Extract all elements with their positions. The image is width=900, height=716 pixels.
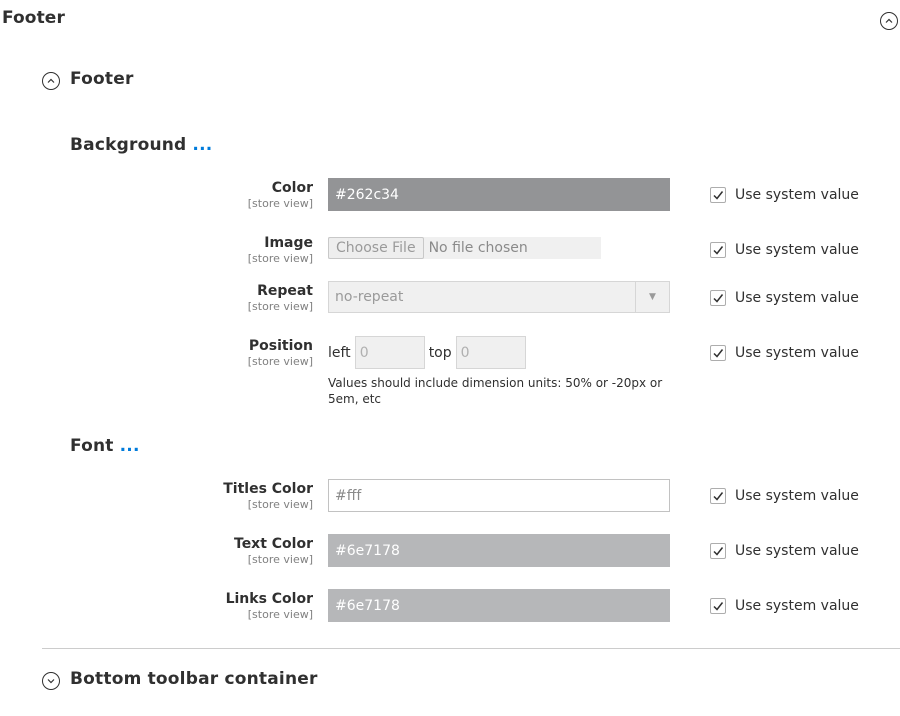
position-left-input[interactable]: 0 — [354, 336, 425, 369]
font-group-label: Font — [70, 436, 114, 456]
dropdown-arrow-icon[interactable]: ▼ — [635, 282, 669, 312]
titles-color-system-label: Use system value — [735, 488, 859, 504]
chevron-up-icon — [47, 78, 55, 83]
position-left-label: left — [328, 344, 351, 361]
position-system-label: Use system value — [735, 345, 859, 361]
titles-color-label: Titles Color [store view] — [223, 481, 313, 511]
page-title: Footer — [2, 8, 65, 28]
position-top-label: top — [428, 344, 452, 361]
file-status: No file chosen — [428, 240, 528, 256]
text-color-system-label: Use system value — [735, 543, 859, 559]
titles-color-input[interactable]: #fff — [328, 479, 670, 512]
checkmark-icon — [713, 547, 724, 556]
background-group-more-link[interactable]: ... — [192, 135, 212, 155]
position-inputs: left 0 top 0 — [328, 336, 526, 369]
checkmark-icon — [713, 602, 724, 611]
links-color-input[interactable]: #6e7178 — [328, 589, 670, 622]
titles-color-scope: [store view] — [247, 498, 313, 511]
image-label-text: Image — [264, 235, 313, 251]
expand-bottom-toolbar-button[interactable] — [42, 672, 60, 690]
repeat-scope: [store view] — [247, 300, 313, 313]
checkmark-icon — [713, 349, 724, 358]
links-color-scope: [store view] — [247, 608, 313, 621]
position-label: Position [store view] — [248, 338, 313, 368]
color-label: Color [store view] — [248, 180, 313, 210]
links-color-system-label: Use system value — [735, 598, 859, 614]
repeat-select[interactable]: no-repeat ▼ — [328, 281, 670, 313]
background-group-title: Background... — [70, 135, 212, 155]
repeat-label-text: Repeat — [257, 283, 313, 299]
titles-color-label-text: Titles Color — [223, 481, 313, 497]
collapse-page-button[interactable] — [880, 12, 898, 30]
position-use-system-value[interactable]: Use system value — [710, 345, 859, 361]
font-group-more-link[interactable]: ... — [120, 436, 140, 456]
choose-file-button[interactable]: Choose File — [328, 237, 424, 259]
position-top-input[interactable]: 0 — [455, 336, 526, 369]
position-system-checkbox[interactable] — [710, 345, 726, 361]
collapse-section-button[interactable] — [42, 72, 60, 90]
image-system-checkbox[interactable] — [710, 242, 726, 258]
color-input[interactable]: #262c34 — [328, 178, 670, 211]
position-note: Values should include dimension units: 5… — [328, 376, 663, 406]
position-scope: [store view] — [247, 355, 313, 368]
section-divider — [42, 648, 900, 649]
color-scope: [store view] — [247, 197, 313, 210]
chevron-up-icon — [885, 18, 893, 23]
links-color-use-system-value[interactable]: Use system value — [710, 598, 859, 614]
repeat-system-checkbox[interactable] — [710, 290, 726, 306]
repeat-system-label: Use system value — [735, 290, 859, 306]
text-color-label-text: Text Color — [234, 536, 313, 552]
image-scope: [store view] — [247, 252, 313, 265]
color-system-checkbox[interactable] — [710, 187, 726, 203]
repeat-use-system-value[interactable]: Use system value — [710, 290, 859, 306]
image-use-system-value[interactable]: Use system value — [710, 242, 859, 258]
links-color-label-text: Links Color — [225, 591, 313, 607]
background-group-label: Background — [70, 135, 187, 155]
titles-color-use-system-value[interactable]: Use system value — [710, 488, 859, 504]
text-color-input[interactable]: #6e7178 — [328, 534, 670, 567]
checkmark-icon — [713, 191, 724, 200]
text-color-system-checkbox[interactable] — [710, 543, 726, 559]
color-label-text: Color — [271, 180, 313, 196]
checkmark-icon — [713, 492, 724, 501]
image-label: Image [store view] — [248, 235, 313, 265]
checkmark-icon — [713, 294, 724, 303]
checkmark-icon — [713, 246, 724, 255]
font-group-title: Font... — [70, 436, 140, 456]
color-system-label: Use system value — [735, 187, 859, 203]
repeat-label: Repeat [store view] — [248, 283, 313, 313]
text-color-scope: [store view] — [247, 553, 313, 566]
image-file-input[interactable]: Choose File No file chosen — [328, 237, 601, 259]
position-label-text: Position — [248, 338, 313, 354]
section-title[interactable]: Footer — [70, 69, 134, 89]
color-use-system-value[interactable]: Use system value — [710, 187, 859, 203]
bottom-toolbar-title[interactable]: Bottom toolbar container — [70, 669, 318, 689]
repeat-selected-value: no-repeat — [335, 289, 404, 305]
chevron-down-icon — [47, 679, 55, 684]
text-color-use-system-value[interactable]: Use system value — [710, 543, 859, 559]
titles-color-system-checkbox[interactable] — [710, 488, 726, 504]
links-color-label: Links Color [store view] — [226, 591, 313, 621]
image-system-label: Use system value — [735, 242, 859, 258]
links-color-system-checkbox[interactable] — [710, 598, 726, 614]
text-color-label: Text Color [store view] — [234, 536, 313, 566]
